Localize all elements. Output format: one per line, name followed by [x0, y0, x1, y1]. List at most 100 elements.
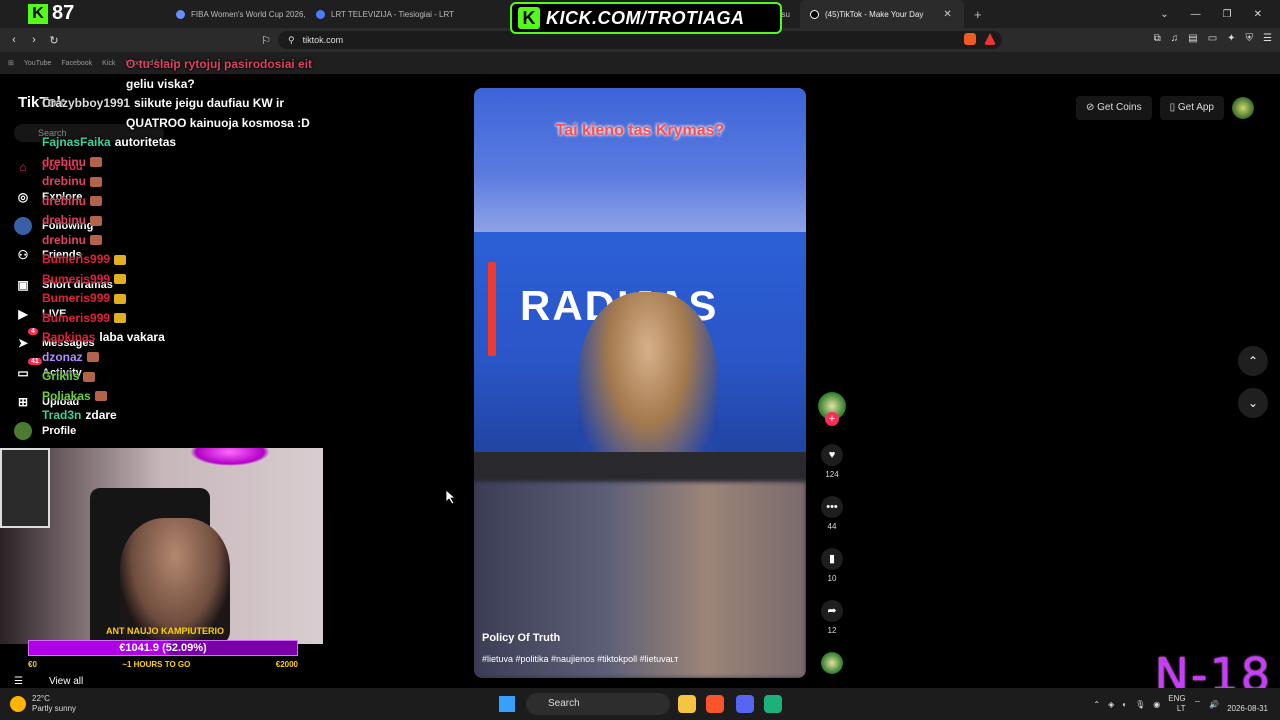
follow-plus-icon[interactable]: +	[825, 412, 839, 426]
previous-video-icon[interactable]: ⌃	[1238, 346, 1268, 376]
brave-shields-icon[interactable]	[964, 33, 976, 45]
goal-footer: €0 ~1 HOURS TO GO €2000	[28, 660, 298, 669]
tray-overflow-icon[interactable]: ⌃	[1093, 700, 1100, 709]
windows-start-icon[interactable]	[499, 696, 515, 712]
like-button[interactable]: ♥ 124	[818, 444, 846, 479]
phone-icon: ▯	[1169, 102, 1178, 113]
close-tab-icon[interactable]: ✕	[943, 9, 951, 20]
viewer-count-overlay: K 87	[28, 2, 74, 25]
tiktok-favicon-icon	[810, 9, 819, 19]
windows-taskbar: 22°C Partly sunny Search ⌃ ◈ ◐ 🎙 ◉ ENG L…	[0, 688, 1280, 720]
streamer-webcam	[0, 448, 323, 644]
chat-text: autoritetas	[114, 135, 177, 149]
pink-lamp	[190, 448, 270, 466]
apps-icon[interactable]: ⊞	[8, 59, 14, 67]
send-icon: ➤ 4	[14, 328, 38, 352]
language-indicator[interactable]: ENG LT	[1168, 694, 1185, 714]
bookmark-item[interactable]: Facebook	[61, 60, 92, 67]
upload-icon: ⊞	[17, 395, 29, 409]
goal-remaining: ~1 HOURS TO GO	[122, 660, 191, 669]
user-avatar[interactable]	[1232, 97, 1254, 119]
maximize-icon[interactable]: ❐	[1223, 9, 1232, 20]
bookmark-item[interactable]: Kick	[102, 60, 115, 67]
video-player[interactable]: Tai kieno tas Krymas? RADIJAS Policy Of …	[474, 88, 806, 678]
brave-rewards-icon[interactable]	[984, 33, 996, 45]
wall-poster	[0, 448, 50, 528]
get-coins-button[interactable]: ⊘ Get Coins	[1075, 96, 1152, 120]
chat-message: Bumeris999	[42, 271, 127, 287]
live-icon: ▶	[18, 307, 28, 321]
chat-emote-icon	[94, 391, 107, 402]
weather-condition: Partly sunny	[32, 704, 77, 713]
close-window-icon[interactable]: ✕	[1254, 9, 1262, 20]
kick-logo-icon: K	[518, 7, 540, 29]
chat-message: Grikiis	[42, 368, 96, 384]
leo-icon[interactable]: ✦	[1227, 33, 1235, 44]
media-icon[interactable]: ♫	[1171, 33, 1179, 44]
chat-username: Grikiis	[42, 369, 80, 383]
chat-username: Bumeris999	[42, 291, 111, 305]
music-disc[interactable]	[818, 652, 846, 674]
forward-icon[interactable]: ›	[24, 34, 44, 46]
next-video-icon[interactable]: ⌄	[1238, 388, 1268, 418]
microphone-icon[interactable]: 🎙	[1135, 700, 1145, 709]
browser-tab-active[interactable]: (45)TikTok - Make Your Day ✕	[800, 0, 964, 28]
get-app-label: Get App	[1177, 102, 1214, 113]
discord-icon[interactable]	[736, 695, 754, 713]
view-all-link[interactable]: View all	[49, 676, 83, 687]
weather-widget[interactable]: 22°C Partly sunny	[10, 694, 76, 714]
volume-icon[interactable]: 🔊	[1209, 700, 1219, 709]
comment-button[interactable]: ••• 44	[818, 496, 846, 531]
tab-list-icon[interactable]: ⌄	[1160, 9, 1168, 20]
screen: FIBA Women's World Cup 2026, Bask LRT TE…	[0, 0, 1280, 720]
comment-icon: •••	[821, 496, 843, 518]
wallet-icon[interactable]: ▭	[1208, 33, 1217, 44]
system-tray: ⌃ ◈ ◐ 🎙 ◉ ENG LT ⌔ 🔊 2026-08-31	[1093, 694, 1268, 714]
chat-username: Trad3n	[42, 408, 82, 422]
brave-browser-icon[interactable]	[706, 695, 724, 713]
new-tab-button[interactable]: +	[964, 0, 988, 28]
sidebar-item-profile[interactable]: Profile	[14, 422, 76, 440]
video-hashtags[interactable]: #lietuva #politika #naujienos #tiktokpol…	[482, 654, 678, 664]
video-author[interactable]: Policy Of Truth	[482, 632, 560, 644]
chat-emote-icon	[90, 157, 102, 168]
reload-icon[interactable]: ↻	[44, 34, 64, 47]
viewer-count: 87	[52, 2, 75, 24]
scene-red-bar	[488, 262, 496, 356]
tab-label: LRT TELEVIZIJA - Tiesiogiai - LRT	[331, 9, 455, 19]
chat-username: FajnasFaika	[42, 135, 111, 149]
chat-message: Trad3n zdare	[42, 407, 117, 423]
chat-username: dzonaz	[42, 349, 83, 364]
tray-app-icon[interactable]: ◉	[1153, 700, 1160, 709]
get-app-button[interactable]: ▯ Get App	[1159, 96, 1224, 120]
kick-banner: K KICK.COM/TROTIAGA	[510, 2, 782, 34]
chat-text: laba vakara	[99, 330, 165, 344]
tray-app-icon[interactable]: ◐	[1122, 700, 1127, 709]
site-info-icon[interactable]: ⚲	[288, 35, 295, 46]
chat-username: Bumeris999	[42, 252, 111, 266]
share-button[interactable]: ➦ 12	[818, 600, 846, 635]
taskbar-search[interactable]: Search	[526, 693, 670, 715]
save-button[interactable]: ▮ 10	[818, 548, 846, 583]
app-icon[interactable]	[764, 695, 782, 713]
vpn-icon[interactable]: ⛨	[1246, 33, 1254, 44]
tray-app-icon[interactable]: ◈	[1108, 700, 1114, 709]
file-explorer-icon[interactable]	[678, 695, 696, 713]
browser-tab[interactable]: FIBA Women's World Cup 2026, Bask	[166, 0, 306, 28]
extensions-icon[interactable]: ⧉	[1154, 33, 1161, 44]
browser-tab[interactable]: LRT TELEVIZIJA - Tiesiogiai - LRT	[306, 0, 470, 28]
like-count: 124	[825, 470, 839, 479]
menu-icon[interactable]: ☰	[1263, 33, 1272, 44]
back-icon[interactable]: ‹	[4, 34, 24, 46]
network-icon[interactable]: ⌔	[1194, 699, 1202, 709]
bookmark-item[interactable]: YouTube	[24, 60, 52, 67]
bookmark-icon[interactable]: ⚐	[256, 34, 276, 47]
sidebar-icon[interactable]: ▤	[1188, 33, 1197, 44]
minimize-icon[interactable]: —	[1191, 9, 1201, 20]
clock[interactable]: 2026-08-31	[1227, 694, 1268, 714]
chat-text: zdare	[85, 408, 117, 422]
video-blurred-bottom	[474, 482, 806, 678]
weather-sun-icon	[10, 696, 26, 712]
chat-emote-icon	[90, 196, 102, 207]
creator-avatar[interactable]: +	[818, 392, 846, 426]
